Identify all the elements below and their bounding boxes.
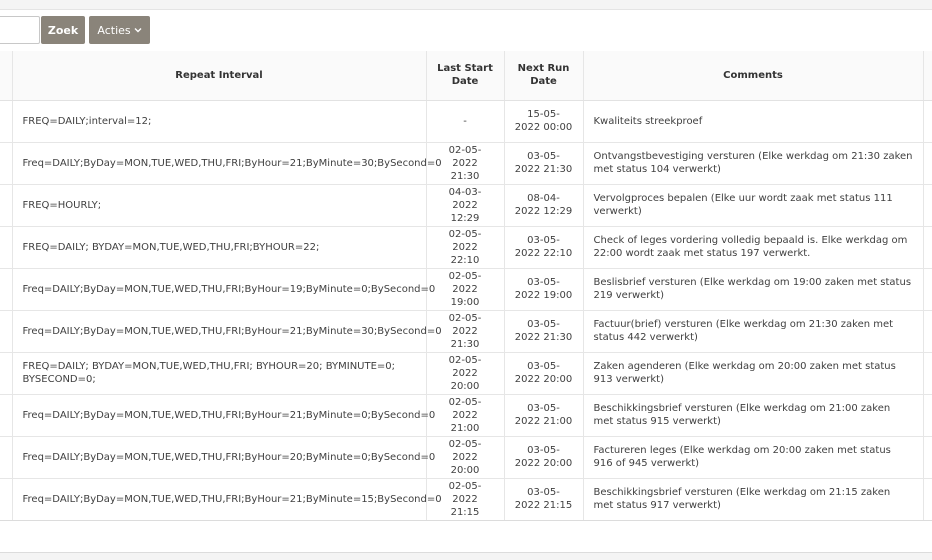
next-run-date-cell: 03-05-2022 21:15	[504, 478, 584, 521]
scheduler-jobs-table: Repeat Interval Last Start Date Next Run…	[0, 51, 932, 521]
table-row: Freq=DAILY;ByDay=MON,TUE,WED,THU,FRI;ByH…	[0, 310, 932, 353]
table-row: Freq=DAILY;ByDay=MON,TUE,WED,THU,FRI;ByH…	[0, 436, 932, 479]
acties-button-label: Acties	[97, 23, 131, 37]
row-edge-cell	[0, 268, 13, 311]
repeat-interval-cell: Freq=DAILY;ByDay=MON,TUE,WED,THU,FRI;ByH…	[12, 268, 435, 311]
row-end-cell	[923, 394, 932, 437]
repeat-interval-cell: Freq=DAILY;ByDay=MON,TUE,WED,THU,FRI;ByH…	[12, 142, 442, 185]
repeat-interval-cell: Freq=DAILY;ByDay=MON,TUE,WED,THU,FRI;ByH…	[12, 394, 435, 437]
comments-cell: Beslisbrief versturen (Elke werkdag om 1…	[583, 268, 924, 311]
last-start-date-cell: 02-05-2022 22:10	[426, 226, 505, 269]
comments-cell: Check of leges vordering volledig bepaal…	[583, 226, 924, 269]
row-edge-cell	[0, 478, 13, 521]
repeat-interval-cell: Freq=DAILY;ByDay=MON,TUE,WED,THU,FRI;ByH…	[12, 310, 442, 353]
row-end-cell	[923, 226, 932, 269]
comments-cell: Beschikkingsbrief versturen (Elke werkda…	[583, 394, 924, 437]
row-end-cell	[923, 142, 932, 185]
column-header-hidden-right	[923, 51, 932, 101]
table-row: FREQ=DAILY;interval=12; -15-05-2022 00:00…	[0, 100, 932, 143]
row-edge-cell	[0, 436, 13, 479]
comments-cell: Ontvangstbevestiging versturen (Elke wer…	[583, 142, 924, 185]
column-header-comments[interactable]: Comments	[583, 51, 924, 101]
next-run-date-cell: 03-05-2022 21:00	[504, 394, 584, 437]
row-edge-cell	[0, 100, 13, 143]
last-start-date-cell: 02-05-2022 19:00	[426, 268, 505, 311]
table-row: Freq=DAILY;ByDay=MON,TUE,WED,THU,FRI;ByH…	[0, 394, 932, 437]
repeat-interval-cell: Freq=DAILY;ByDay=MON,TUE,WED,THU,FRI;ByH…	[12, 478, 442, 521]
row-end-cell	[923, 268, 932, 311]
row-end-cell	[923, 184, 932, 227]
row-end-cell	[923, 436, 932, 479]
row-end-cell	[923, 352, 932, 395]
next-run-date-cell: 03-05-2022 19:00	[504, 268, 584, 311]
repeat-interval-cell: FREQ=HOURLY;	[12, 184, 427, 227]
row-edge-cell	[0, 352, 13, 395]
repeat-interval-cell: FREQ=DAILY; BYDAY=MON,TUE,WED,THU,FRI; B…	[12, 352, 427, 395]
comments-cell: Beschikkingsbrief versturen (Elke werkda…	[583, 478, 924, 521]
row-edge-cell	[0, 394, 13, 437]
row-end-cell	[923, 100, 932, 143]
repeat-interval-cell: FREQ=DAILY;interval=12;	[12, 100, 427, 143]
top-bar	[0, 0, 932, 10]
zoek-button[interactable]: Zoek	[41, 16, 85, 44]
row-edge-cell	[0, 142, 13, 185]
next-run-date-cell: 03-05-2022 20:00	[504, 436, 584, 479]
last-start-date-cell: 02-05-2022 20:00	[426, 436, 505, 479]
comments-cell: Factureren leges (Elke werkdag om 20:00 …	[583, 436, 924, 479]
next-run-date-cell: 03-05-2022 22:10	[504, 226, 584, 269]
search-input[interactable]	[0, 16, 40, 44]
next-run-date-cell: 03-05-2022 20:00	[504, 352, 584, 395]
column-header-repeat-interval[interactable]: Repeat Interval	[12, 51, 427, 101]
row-end-cell	[923, 310, 932, 353]
last-start-date-cell: 02-05-2022 21:00	[426, 394, 505, 437]
last-start-date-cell: 04-03-2022 12:29	[426, 184, 505, 227]
last-start-date-cell: -	[426, 100, 505, 143]
repeat-interval-cell: FREQ=DAILY; BYDAY=MON,TUE,WED,THU,FRI;BY…	[12, 226, 427, 269]
table-header-row: Repeat Interval Last Start Date Next Run…	[0, 51, 932, 101]
table-row: FREQ=DAILY; BYDAY=MON,TUE,WED,THU,FRI;BY…	[0, 226, 932, 269]
comments-cell: Vervolgproces bepalen (Elke uur wordt za…	[583, 184, 924, 227]
row-edge-cell	[0, 310, 13, 353]
column-header-next-run-date[interactable]: Next Run Date	[504, 51, 584, 101]
table-row: FREQ=DAILY; BYDAY=MON,TUE,WED,THU,FRI; B…	[0, 352, 932, 395]
row-edge-cell	[0, 226, 13, 269]
next-run-date-cell: 15-05-2022 00:00	[504, 100, 584, 143]
next-run-date-cell: 03-05-2022 21:30	[504, 310, 584, 353]
next-run-date-cell: 08-04-2022 12:29	[504, 184, 584, 227]
column-header-hidden	[0, 51, 13, 101]
table-row: Freq=DAILY;ByDay=MON,TUE,WED,THU,FRI;ByH…	[0, 142, 932, 185]
row-end-cell	[923, 478, 932, 521]
repeat-interval-cell: Freq=DAILY;ByDay=MON,TUE,WED,THU,FRI;ByH…	[12, 436, 435, 479]
comments-cell: Kwaliteits streekproef	[583, 100, 924, 143]
table-row: Freq=DAILY;ByDay=MON,TUE,WED,THU,FRI;ByH…	[0, 478, 932, 521]
acties-button[interactable]: Acties	[89, 16, 150, 44]
table-row: FREQ=HOURLY; 04-03-2022 12:29 08-04-2022 1…	[0, 184, 932, 227]
row-edge-cell	[0, 184, 13, 227]
comments-cell: Zaken agenderen (Elke werkdag om 20:00 z…	[583, 352, 924, 395]
chevron-down-icon	[134, 27, 142, 33]
table-row: Freq=DAILY;ByDay=MON,TUE,WED,THU,FRI;ByH…	[0, 268, 932, 311]
next-run-date-cell: 03-05-2022 21:30	[504, 142, 584, 185]
last-start-date-cell: 02-05-2022 20:00	[426, 352, 505, 395]
column-header-last-start-date[interactable]: Last Start Date	[426, 51, 505, 101]
comments-cell: Factuur(brief) versturen (Elke werkdag o…	[583, 310, 924, 353]
